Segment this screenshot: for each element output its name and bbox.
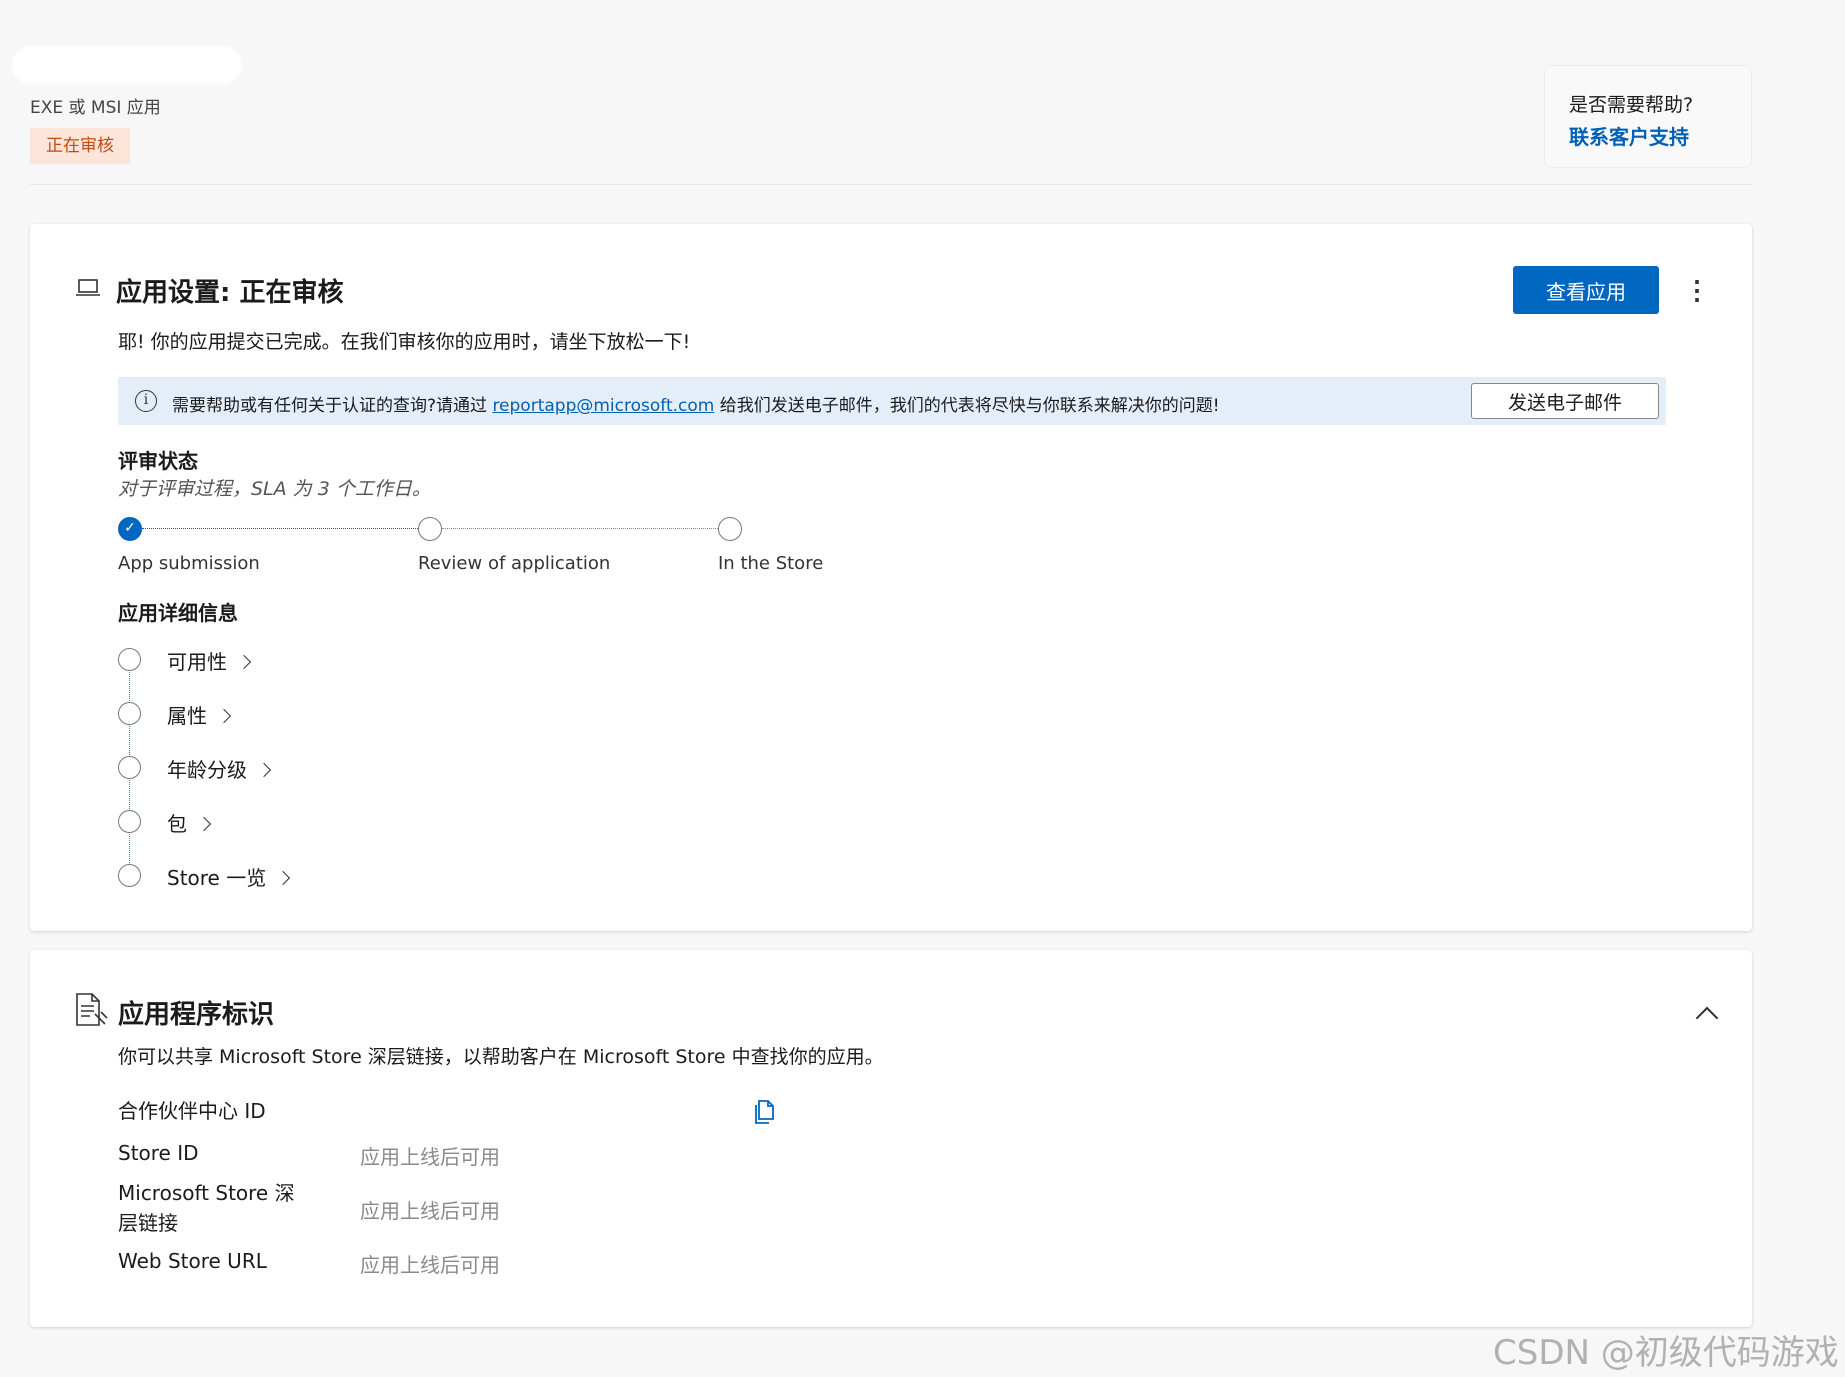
info-bar: i 需要帮助或有任何关于认证的查询?请通过 reportapp@microsof… [118,377,1666,425]
step-pending-icon [718,517,742,541]
document-list-icon [74,992,108,1032]
header-divider [30,184,1752,185]
step-connector-2 [442,528,730,529]
detail-status-icon [118,756,141,779]
detail-status-icon [118,648,141,671]
app-settings-card: 应用设置: 正在审核 耶! 你的应用提交已完成。在我们审核你的应用时，请坐下放松… [30,224,1752,931]
deep-link-label-line2: 层链接 [118,1211,178,1235]
info-text-after: 给我们发送电子邮件，我们的代表将尽快与你联系来解决你的问题! [714,396,1220,416]
watermark: CSDN @初级代码游戏 [1493,1333,1839,1373]
step-label-review: Review of application [418,553,611,574]
chevron-right-icon [216,708,232,724]
detail-item-label: 属性 [167,704,207,728]
view-app-button[interactable]: 查看应用 [1513,266,1659,314]
chevron-right-icon [236,654,252,670]
copy-icon[interactable] [754,1098,778,1128]
chevron-up-icon[interactable] [1695,1006,1719,1030]
step-pending-icon [418,517,442,541]
detail-item-age-ratings[interactable]: 年龄分级 [167,754,272,783]
step-label-store: In the Store [718,553,824,574]
deep-link-label: Microsoft Store 深层链接 [118,1178,295,1238]
app-identity-title: 应用程序标识 [118,1000,275,1030]
partner-center-id-label: 合作伙伴中心 ID [118,1099,266,1123]
detail-item-store-listings[interactable]: Store 一览 [167,862,291,891]
app-details-heading: 应用详细信息 [118,601,238,625]
app-identity-description: 你可以共享 Microsoft Store 深层链接，以帮助客户在 Micros… [118,1046,884,1068]
chevron-right-icon [196,816,212,832]
contact-support-link[interactable]: 联系客户支持 [1569,121,1727,150]
app-identity-card: 应用程序标识 你可以共享 Microsoft Store 深层链接，以帮助客户在… [30,950,1752,1327]
detail-status-icon [118,810,141,833]
detail-item-label: 可用性 [167,650,227,674]
detail-item-label: 包 [167,812,187,836]
chevron-right-icon [276,870,291,886]
deep-link-label-line1: Microsoft Store 深 [118,1181,295,1205]
status-badge: 正在审核 [30,128,130,164]
redacted-app-name [12,46,242,84]
app-settings-description: 耶! 你的应用提交已完成。在我们审核你的应用时，请坐下放松一下! [118,331,691,353]
help-box: 是否需要帮助? 联系客户支持 [1544,65,1752,168]
chevron-right-icon [256,762,272,778]
report-email-link[interactable]: reportapp@microsoft.com [492,396,714,416]
step-connector-1 [142,528,430,529]
send-email-button[interactable]: 发送电子邮件 [1471,383,1659,419]
store-id-value: 应用上线后可用 [360,1145,500,1169]
info-text: 需要帮助或有任何关于认证的查询?请通过 reportapp@microsoft.… [172,391,1220,416]
detail-item-packages[interactable]: 包 [167,808,212,837]
detail-item-properties[interactable]: 属性 [167,700,232,729]
step-complete-check-icon: ✓ [118,517,142,541]
info-icon: i [135,390,157,412]
sla-text: 对于评审过程，SLA 为 3 个工作日。 [118,478,431,500]
web-store-url-label: Web Store URL [118,1249,267,1273]
info-text-before: 需要帮助或有任何关于认证的查询?请通过 [172,396,493,416]
laptop-icon [74,276,102,304]
store-id-label: Store ID [118,1141,199,1165]
help-question: 是否需要帮助? [1569,94,1694,116]
app-type-label: EXE 或 MSI 应用 [30,98,161,118]
detail-status-icon [118,864,141,887]
step-label-submission: App submission [118,553,260,574]
review-status-heading: 评审状态 [118,449,198,473]
detail-item-label: Store 一览 [167,866,267,890]
detail-item-label: 年龄分级 [167,758,247,782]
more-options-button[interactable]: ⋮ [1683,272,1711,308]
web-store-url-value: 应用上线后可用 [360,1253,500,1277]
deep-link-value: 应用上线后可用 [360,1199,500,1223]
detail-status-icon [118,702,141,725]
app-settings-title: 应用设置: 正在审核 [116,278,344,308]
detail-item-availability[interactable]: 可用性 [167,646,252,675]
